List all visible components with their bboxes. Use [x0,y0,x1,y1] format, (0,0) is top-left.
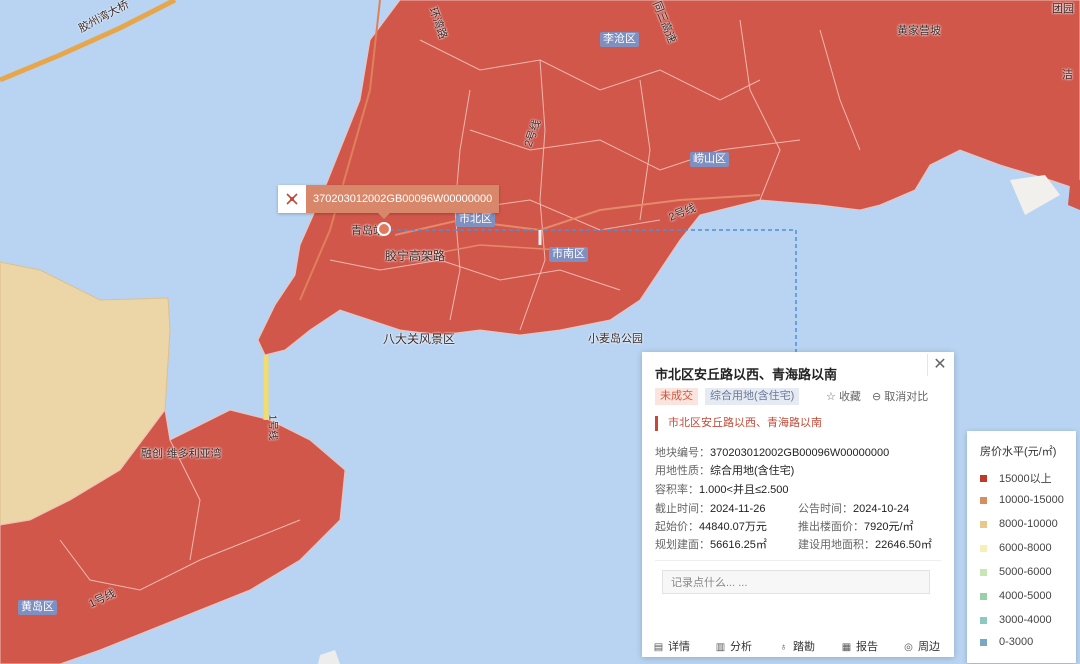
parcel-code: 370203012002GB00096W00000000 [306,185,500,213]
legend-item[interactable]: 6000-8000 [980,542,1052,554]
minus-circle-icon: ⊖ [872,391,882,403]
legend-item[interactable]: 3000-4000 [980,614,1052,626]
parcel-detail-panel: 市北区安丘路以西、青海路以南 ✕ 未成交 综合用地(含住宅) ☆ 收藏 ⊖ 取消… [642,352,954,657]
report-button[interactable]: ▦ 报告 [841,638,878,654]
field-deadline: 截止时间：2024-11-26 [655,503,766,515]
close-button[interactable]: ✕ [927,354,952,376]
huangjiayou-label: 黄家营坡 [897,25,941,37]
district-shibei: 市北区 [456,212,495,227]
parcel-tooltip[interactable]: 370203012002GB00096W00000000 [278,185,500,219]
legend-item[interactable]: 0-3000 [980,636,1033,648]
district-huangdao: 黄岛区 [18,600,57,615]
bar-chart-icon: ▥ [715,642,726,653]
detail-button[interactable]: ▤ 详情 [653,638,690,654]
parcel-marker[interactable] [377,222,391,236]
legend-item[interactable]: 10000-15000 [980,494,1064,506]
cancel-compare-button[interactable]: ⊖ 取消对比 [872,388,928,404]
footprint-icon: ♁ [779,642,788,653]
nearby-button[interactable]: ◎ 周边 [903,638,940,654]
line1-label: 1号线 [266,414,278,441]
field-land-area: 建设用地面积：22646.50㎡ [798,539,932,551]
field-far: 容积率：1.000<并且≤2.500 [655,484,789,496]
legend-item[interactable]: 15000以上 [980,470,1052,486]
district-laoshan: 崂山区 [690,152,729,167]
top-right-b: 洁 [1062,69,1073,81]
note-input[interactable]: 记录点什么... ... [662,570,930,594]
legend-item[interactable]: 5000-6000 [980,566,1052,578]
badaguan-label: 八大关风景区 [383,332,456,346]
rongchuang-label: 融创·维多利亚湾 [141,448,222,460]
district-shinan: 市南区 [549,247,588,262]
land-use-badge: 综合用地(含住宅) [705,388,800,405]
field-planned-area: 规划建面：56616.25㎡ [655,539,767,551]
panel-title: 市北区安丘路以西、青海路以南 [655,367,838,382]
favorite-button[interactable]: ☆ 收藏 [826,388,861,404]
parcel-icon [278,185,306,213]
field-nature: 用地性质：综合用地(含住宅) [655,465,795,477]
report-icon: ▦ [841,642,852,653]
document-icon: ▤ [653,642,664,653]
divider [655,560,941,561]
top-right-a: 团园 [1052,3,1074,15]
legend-item[interactable]: 8000-10000 [980,518,1058,530]
legend-title: 房价水平(元/㎡) [980,446,1057,458]
legend-item[interactable]: 4000-5000 [980,590,1052,602]
survey-button[interactable]: ♁ 踏勘 [778,638,815,654]
field-code: 地块编号：370203012002GB00096W00000000 [655,447,890,459]
panel-subtitle: 市北区安丘路以西、青海路以南 [655,416,822,431]
district-licang: 李沧区 [600,32,639,47]
field-floor-price: 推出楼面价：7920元/㎡ [798,521,914,533]
star-icon: ☆ [826,391,836,403]
xiaomai-label: 小麦岛公园 [588,333,643,345]
target-icon: ◎ [904,642,913,653]
analysis-button[interactable]: ▥ 分析 [715,638,752,654]
price-legend: 房价水平(元/㎡) 15000以上 10000-15000 8000-10000… [967,431,1076,663]
field-announce: 公告时间：2024-10-24 [798,503,910,515]
field-start-price: 起始价：44840.07万元 [655,521,767,533]
status-badge: 未成交 [655,388,698,405]
jiaoning-label: 胶宁高架路 [385,249,446,263]
